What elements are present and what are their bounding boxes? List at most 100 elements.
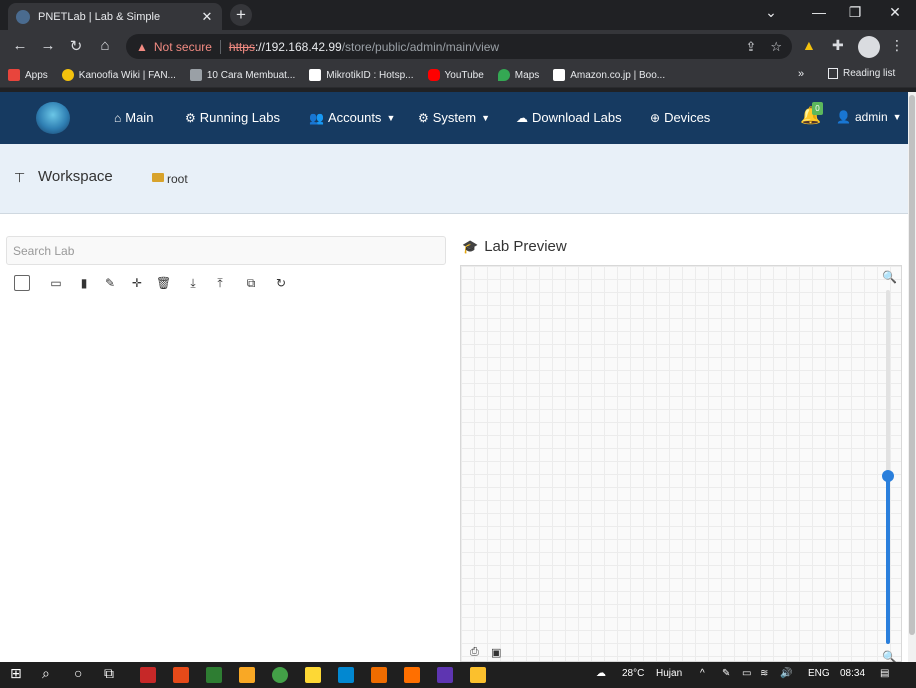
forward-button[interactable]: → — [38, 37, 58, 54]
main-content: ▭ ▮ ✎ ✛ 🗑 ⤓ ⤒ ⧉ ↻ 🎓 Lab Preview — [0, 214, 908, 662]
vlc-icon[interactable] — [404, 667, 420, 683]
menu-kebab-icon[interactable]: ⋮ — [890, 37, 904, 54]
excel-icon[interactable] — [206, 667, 222, 683]
app-icon[interactable] — [173, 667, 189, 683]
select-all-checkbox[interactable] — [14, 275, 30, 291]
wifi-icon[interactable]: ≋ — [760, 668, 768, 679]
clone-icon[interactable]: ⧉ — [244, 276, 258, 290]
bookmarks-bar: Apps Kanoofia Wiki | FAN... 10 Cara Memb… — [0, 63, 916, 88]
telegram-icon[interactable] — [338, 667, 354, 683]
devices-icon: ⊕ — [650, 110, 661, 125]
graduation-cap-icon: 🎓 — [462, 238, 479, 254]
browser-tab[interactable]: PNETLab | Lab & Simple ✕ — [8, 3, 222, 30]
bookmark-mikrotikid[interactable]: MikrotikID : Hotsp... — [309, 69, 414, 81]
task-view-icon[interactable]: ⧉ — [104, 665, 114, 682]
kanoofia-favicon-icon — [61, 69, 74, 81]
minimize-button[interactable]: — — [804, 4, 834, 20]
pen-icon[interactable]: ✎ — [722, 668, 730, 679]
notifications-icon[interactable]: ▤ — [880, 668, 889, 679]
reading-list-button[interactable]: Reading list — [828, 68, 895, 79]
close-window-button[interactable]: ✕ — [880, 4, 910, 21]
reload-button[interactable]: ↻ — [66, 37, 86, 55]
tab-close-icon[interactable]: ✕ — [200, 9, 214, 25]
search-icon[interactable]: ⌕ — [42, 665, 50, 682]
trash-icon[interactable]: 🗑 — [156, 276, 171, 290]
bookmarks-overflow-button[interactable]: » — [798, 68, 804, 80]
apps-grid-icon — [8, 69, 20, 81]
breadcrumb-root[interactable]: root — [167, 172, 188, 186]
volume-icon[interactable]: 🔊 — [780, 668, 792, 679]
home-button[interactable]: ⌂ — [95, 37, 115, 54]
tab-search-icon[interactable]: ⌄ — [756, 4, 786, 21]
language-indicator[interactable]: ENG — [808, 668, 830, 679]
workspace-title: Workspace — [38, 168, 113, 185]
bookmark-kanoofia[interactable]: Kanoofia Wiki | FAN... — [61, 69, 176, 81]
extensions-puzzle-icon[interactable]: ✚ — [832, 37, 844, 54]
search-input[interactable] — [6, 236, 446, 265]
app-icon[interactable] — [437, 667, 453, 683]
chevron-down-icon: ▼ — [481, 112, 491, 123]
tab-title: PNETLab | Lab & Simple — [38, 10, 161, 23]
export-icon[interactable]: ⤒ — [213, 276, 227, 290]
nav-devices[interactable]: ⊕ Devices — [650, 110, 710, 125]
move-arrows-icon[interactable]: ✛ — [130, 276, 144, 290]
browser-toolbar: ← → ↻ ⌂ ▲ Not secure https ://192.168.42… — [0, 30, 916, 63]
mikrotik-favicon-icon — [309, 69, 322, 81]
weather-label[interactable]: Hujan — [656, 668, 682, 679]
cortana-icon[interactable]: ○ — [74, 665, 82, 681]
url-host: ://192.168.42.99 — [254, 39, 342, 54]
clock[interactable]: 08:34 — [840, 668, 865, 679]
app-icon[interactable] — [371, 667, 387, 683]
new-tab-button[interactable]: + — [230, 4, 252, 26]
chrome-icon[interactable] — [272, 667, 288, 683]
tray-app-icon[interactable]: ▭ — [742, 668, 751, 679]
bookmark-youtube[interactable]: YouTube — [427, 69, 484, 81]
nav-main[interactable]: ⌂ Main — [114, 110, 153, 125]
notes-icon[interactable] — [305, 667, 321, 683]
maximize-button[interactable]: ❐ — [840, 4, 870, 21]
lab-preview-canvas[interactable] — [460, 265, 902, 662]
warning-triangle-icon: ▲ — [136, 39, 148, 54]
nav-download-labs[interactable]: ☁ Download Labs — [516, 110, 622, 125]
weather-temp[interactable]: 28°C — [622, 668, 644, 679]
weather-cloud-icon[interactable]: ☁ — [596, 668, 606, 679]
bookmark-amazon[interactable]: Amazon.co.jp | Boo... — [553, 69, 665, 81]
bookmark-apps[interactable]: Apps — [8, 69, 48, 81]
windows-start-icon[interactable]: ⊞ — [10, 665, 22, 682]
nav-running-labs[interactable]: ⚙ Running Labs — [185, 110, 280, 125]
bookmark-star-icon[interactable]: ☆ — [770, 39, 782, 55]
refresh-icon[interactable]: ↻ — [274, 276, 288, 290]
image-icon[interactable]: ▣ — [491, 646, 501, 659]
tray-chevron-up-icon[interactable]: ^ — [700, 668, 705, 679]
users-icon: 👥 — [309, 110, 324, 125]
drive-extension-icon[interactable]: ▲ — [802, 37, 816, 53]
pencil-icon[interactable]: ✎ — [103, 276, 117, 290]
zoom-slider-handle[interactable] — [882, 470, 894, 482]
address-separator — [219, 39, 221, 54]
app-icon[interactable] — [140, 667, 156, 683]
app-navbar: ⌂ Main ⚙ Running Labs 👥 Accounts ▼ ⚙ System ▼ … — [0, 92, 908, 144]
screen: PNETLab | Lab & Simple ✕ + ⌄ — ❐ ✕ ← → ↻… — [0, 0, 916, 688]
profile-avatar[interactable] — [858, 36, 880, 58]
file-explorer-icon[interactable] — [239, 667, 255, 683]
back-button[interactable]: ← — [10, 37, 30, 54]
bookmark-maps[interactable]: Maps — [497, 69, 539, 81]
not-secure-label[interactable]: Not secure — [154, 40, 212, 54]
windows-taskbar: ⊞ ⌕ ○ ⧉ ☁ 28°C Hujan ^ ✎ ▭ ≋ 🔊 ENG 08:34… — [0, 662, 916, 688]
home-icon: ⌂ — [114, 110, 122, 125]
chevron-down-icon: ▼ — [386, 112, 396, 123]
zoom-in-icon[interactable]: 🔍 — [882, 270, 897, 284]
nav-accounts[interactable]: 👥 Accounts ▼ — [309, 110, 395, 125]
new-file-icon[interactable]: ▮ — [77, 276, 91, 290]
pnetlab-logo[interactable] — [36, 102, 70, 134]
import-icon[interactable]: ⤓ — [186, 276, 200, 290]
page-scrollbar-thumb[interactable] — [909, 95, 915, 635]
bookmark-cara-membuat[interactable]: 10 Cara Membuat... — [189, 69, 295, 81]
print-icon[interactable]: ⎙ — [470, 646, 479, 659]
open-folder-icon[interactable]: ▭ — [49, 276, 63, 290]
nav-system[interactable]: ⚙ System ▼ — [418, 110, 490, 125]
app-icon[interactable] — [470, 667, 486, 683]
share-icon[interactable]: ⇪ — [745, 39, 756, 55]
user-menu[interactable]: 👤 admin ▼ — [836, 110, 902, 124]
address-bar[interactable]: ▲ Not secure https ://192.168.42.99 /sto… — [126, 34, 792, 59]
